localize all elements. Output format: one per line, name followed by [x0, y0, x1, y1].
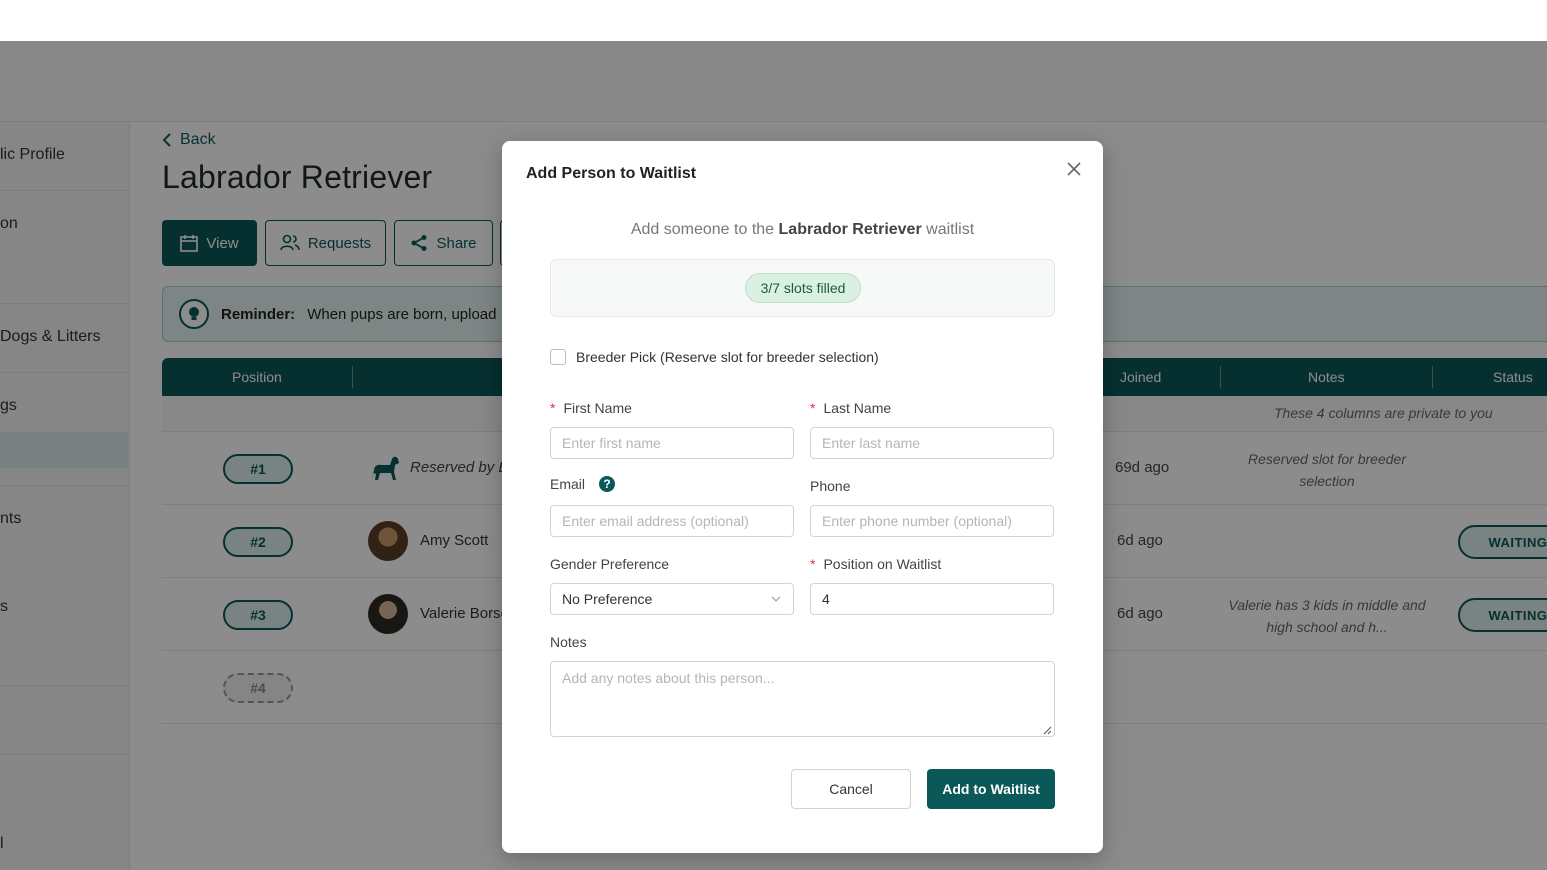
required-mark: * — [810, 400, 816, 416]
resize-grip-icon[interactable] — [1042, 725, 1052, 735]
modal-title: Add Person to Waitlist — [526, 165, 697, 182]
add-to-waitlist-button[interactable]: Add to Waitlist — [927, 769, 1055, 809]
first-name-input[interactable] — [550, 427, 794, 459]
last-name-label-text: Last Name — [823, 400, 892, 416]
phone-label: Phone — [810, 478, 850, 494]
required-mark: * — [810, 556, 816, 572]
subtitle-breed: Labrador Retriever — [778, 221, 922, 238]
last-name-input[interactable] — [810, 427, 1054, 459]
breeder-pick-label: Breeder Pick (Reserve slot for breeder s… — [576, 349, 879, 365]
first-name-label-text: First Name — [563, 400, 632, 416]
gender-selected-value: No Preference — [562, 591, 653, 607]
cancel-button[interactable]: Cancel — [791, 769, 911, 809]
subtitle-prefix: Add someone to the — [630, 221, 775, 238]
slots-filled-badge: 3/7 slots filled — [745, 273, 861, 303]
position-label-text: Position on Waitlist — [823, 556, 942, 572]
notes-label: Notes — [550, 634, 587, 650]
phone-label-text: Phone — [810, 478, 851, 494]
chevron-down-icon — [771, 596, 781, 602]
add-person-modal: Add Person to Waitlist Add someone to th… — [502, 141, 1103, 853]
top-bar — [0, 0, 1547, 41]
gender-label-text: Gender Preference — [550, 556, 670, 572]
modal-subtitle: Add someone to the Labrador Retriever wa… — [502, 221, 1103, 239]
position-input[interactable] — [810, 583, 1054, 615]
position-label: * Position on Waitlist — [810, 556, 941, 572]
breeder-pick-row[interactable]: Breeder Pick (Reserve slot for breeder s… — [550, 349, 879, 365]
close-icon[interactable] — [1064, 159, 1084, 179]
gender-preference-label: Gender Preference — [550, 556, 669, 572]
first-name-label: * First Name — [550, 400, 632, 416]
required-mark: * — [550, 400, 556, 416]
slots-summary: 3/7 slots filled — [550, 259, 1055, 317]
gender-preference-select[interactable]: No Preference — [550, 583, 794, 615]
email-field[interactable] — [550, 505, 794, 537]
email-label-text: Email — [550, 476, 586, 492]
breeder-pick-checkbox[interactable] — [550, 349, 566, 365]
last-name-label: * Last Name — [810, 400, 891, 416]
help-icon[interactable]: ? — [599, 476, 616, 492]
notes-textarea[interactable] — [550, 661, 1055, 737]
phone-field[interactable] — [810, 505, 1054, 537]
email-label: Email? — [550, 476, 616, 492]
subtitle-suffix: waitlist — [926, 221, 975, 238]
notes-label-text: Notes — [550, 634, 587, 650]
